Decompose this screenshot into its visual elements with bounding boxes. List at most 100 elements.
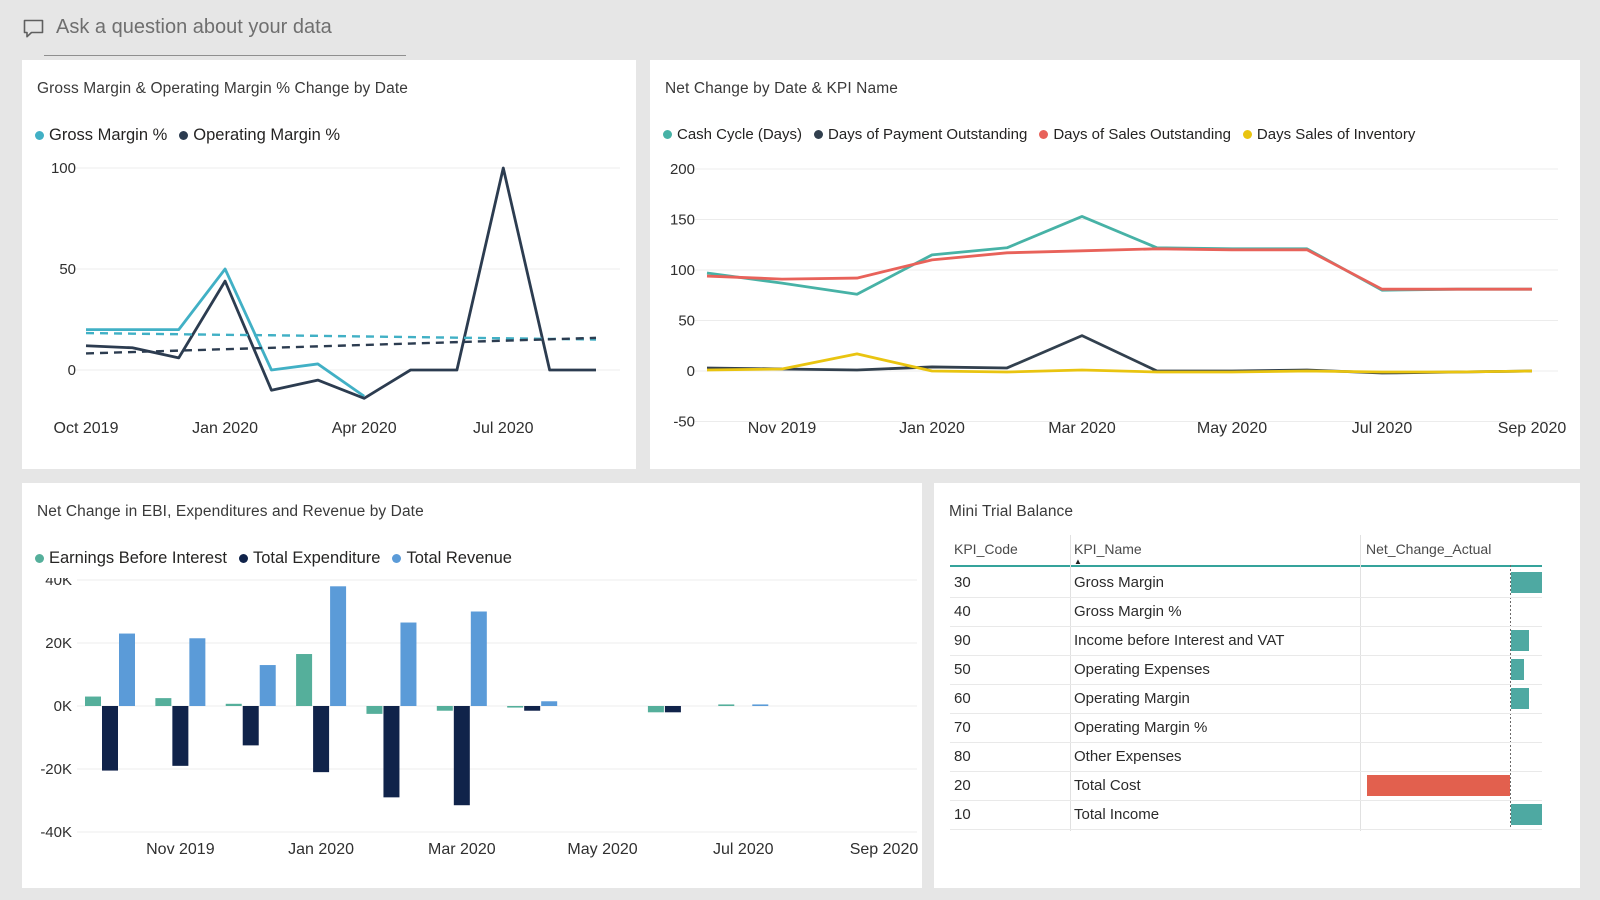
svg-text:0: 0	[687, 363, 695, 380]
column-header-net-change-actual[interactable]: Net_Change_Actual	[1366, 541, 1491, 557]
net-change-data-bar	[1511, 688, 1529, 709]
panel-net-change-kpi: Net Change by Date & KPI Name Cash Cycle…	[650, 60, 1580, 469]
table-row[interactable]: 10 Total Income	[950, 800, 1542, 830]
qna-underline	[44, 55, 406, 56]
legend-item[interactable]: Days of Payment Outstanding	[814, 126, 1027, 143]
kpi-name-cell: Operating Margin %	[1074, 719, 1207, 736]
legend-label: Earnings Before Interest	[49, 549, 227, 568]
chart-title: Net Change in EBI, Expenditures and Reve…	[37, 503, 424, 521]
kpi-name-cell: Operating Expenses	[1074, 661, 1210, 678]
mini-trial-balance-table: KPI_Code KPI_Name Net_Change_Actual ▲ 30…	[950, 541, 1566, 841]
column-header-kpi-code[interactable]: KPI_Code	[954, 541, 1018, 557]
legend-dot-icon	[1243, 130, 1252, 139]
svg-text:-50: -50	[673, 414, 695, 431]
net-change-data-bar	[1511, 630, 1529, 651]
kpi-code-cell: 10	[954, 806, 971, 823]
qna-bar: Ask a question about your data	[22, 12, 442, 48]
table-row[interactable]: 50Operating Expenses	[950, 655, 1542, 685]
legend-item[interactable]: Total Expenditure	[239, 549, 381, 568]
panel-ebi-expenditure-revenue: Net Change in EBI, Expenditures and Reve…	[22, 483, 922, 888]
svg-text:-20K: -20K	[40, 761, 72, 778]
legend-label: Days of Sales Outstanding	[1053, 126, 1231, 143]
kpi-name-cell: Operating Margin	[1074, 690, 1190, 707]
svg-text:Mar 2020: Mar 2020	[1048, 420, 1116, 437]
legend-label: Operating Margin %	[193, 126, 340, 145]
kpi-name-cell: Income before Interest and VAT	[1074, 632, 1284, 649]
svg-text:May 2020: May 2020	[1197, 420, 1267, 437]
net-change-data-bar	[1367, 775, 1510, 796]
kpi-name-cell: Total Income	[1074, 806, 1159, 823]
legend-dot-icon	[35, 131, 44, 140]
svg-text:20K: 20K	[45, 635, 72, 652]
legend-dot-icon	[392, 554, 401, 563]
svg-text:100: 100	[51, 160, 76, 177]
ebi-bar-chart[interactable]: -40K-20K0K20K40KNov 2019Jan 2020Mar 2020…	[22, 578, 922, 878]
legend-label: Days Sales of Inventory	[1257, 126, 1415, 143]
svg-text:Jan 2020: Jan 2020	[288, 841, 354, 858]
legend-label: Cash Cycle (Days)	[677, 126, 802, 143]
table-row[interactable]: 80Other Expenses	[950, 742, 1542, 772]
table-title: Mini Trial Balance	[949, 503, 1073, 521]
svg-text:Jul 2020: Jul 2020	[1352, 420, 1413, 437]
net-change-data-bar	[1511, 659, 1524, 680]
legend-dot-icon	[35, 554, 44, 563]
table-row[interactable]: 20Total Cost	[950, 771, 1542, 801]
svg-text:Jul 2020: Jul 2020	[713, 841, 774, 858]
legend: Cash Cycle (Days) Days of Payment Outstan…	[663, 126, 1415, 143]
svg-text:-40K: -40K	[40, 824, 72, 841]
svg-text:Jan 2020: Jan 2020	[192, 420, 258, 437]
svg-text:Nov 2019: Nov 2019	[146, 841, 215, 858]
kpi-name-cell: Other Expenses	[1074, 748, 1182, 765]
legend-dot-icon	[814, 130, 823, 139]
svg-text:Sep 2020: Sep 2020	[850, 841, 919, 858]
legend-dot-icon	[1039, 130, 1048, 139]
legend-dot-icon	[179, 131, 188, 140]
table-row[interactable]: 60 Operating Margin	[950, 684, 1542, 714]
svg-text:Oct 2019: Oct 2019	[54, 420, 119, 437]
svg-text:0: 0	[68, 362, 76, 379]
panel-gross-operating-margin: Gross Margin & Operating Margin % Change…	[22, 60, 636, 469]
chat-bubble-icon	[22, 18, 46, 40]
legend-item[interactable]: Operating Margin %	[179, 126, 340, 145]
legend-label: Total Expenditure	[253, 549, 381, 568]
kpi-name-cell: Gross Margin	[1074, 574, 1164, 591]
panel-mini-trial-balance: Mini Trial Balance KPI_Code KPI_Name Net…	[934, 483, 1580, 888]
legend-dot-icon	[239, 554, 248, 563]
svg-text:Jul 2020: Jul 2020	[473, 420, 534, 437]
svg-text:200: 200	[670, 161, 695, 178]
kpi-code-cell: 70	[954, 719, 971, 736]
legend: Gross Margin % Operating Margin %	[35, 126, 340, 145]
legend-item[interactable]: Cash Cycle (Days)	[663, 126, 802, 143]
svg-text:40K: 40K	[45, 578, 72, 589]
table-row[interactable]: 30Gross Margin	[950, 568, 1542, 598]
legend-item[interactable]: Total Revenue	[392, 549, 512, 568]
legend: Earnings Before Interest Total Expenditur…	[35, 549, 512, 568]
legend-item[interactable]: Gross Margin %	[35, 126, 167, 145]
svg-text:100: 100	[670, 262, 695, 279]
svg-text:Nov 2019: Nov 2019	[748, 420, 817, 437]
chart-title: Net Change by Date & KPI Name	[665, 80, 898, 98]
margin-line-chart[interactable]: 0 50 100 Oct 2019 Jan 2020 Apr 2020 Jul 2020	[22, 155, 636, 455]
legend-label: Gross Margin %	[49, 126, 167, 145]
table-row[interactable]: 90 Income before Interest and VAT	[950, 626, 1542, 656]
legend-item[interactable]: Days Sales of Inventory	[1243, 126, 1415, 143]
column-header-kpi-name[interactable]: KPI_Name	[1074, 541, 1142, 557]
kpi-name-cell: Total Cost	[1074, 777, 1141, 794]
kpi-line-chart[interactable]: -50050100150200Nov 2019Jan 2020Mar 2020M…	[650, 155, 1580, 455]
table-row[interactable]: 70 Operating Margin %	[950, 713, 1542, 743]
table-row[interactable]: 40Gross Margin %	[950, 597, 1542, 627]
svg-text:Apr 2020: Apr 2020	[332, 420, 397, 437]
kpi-code-cell: 60	[954, 690, 971, 707]
svg-text:50: 50	[59, 261, 76, 278]
svg-text:Jan 2020: Jan 2020	[899, 420, 965, 437]
qna-input[interactable]: Ask a question about your data	[56, 16, 332, 39]
svg-text:Sep 2020: Sep 2020	[1498, 420, 1567, 437]
report-canvas: Ask a question about your data Gross Mar…	[0, 0, 1600, 900]
legend-label: Total Revenue	[406, 549, 512, 568]
net-change-data-bar	[1511, 572, 1542, 593]
kpi-code-cell: 90	[954, 632, 971, 649]
legend-item[interactable]: Earnings Before Interest	[35, 549, 227, 568]
legend-item[interactable]: Days of Sales Outstanding	[1039, 126, 1231, 143]
legend-dot-icon	[663, 130, 672, 139]
legend-label: Days of Payment Outstanding	[828, 126, 1027, 143]
